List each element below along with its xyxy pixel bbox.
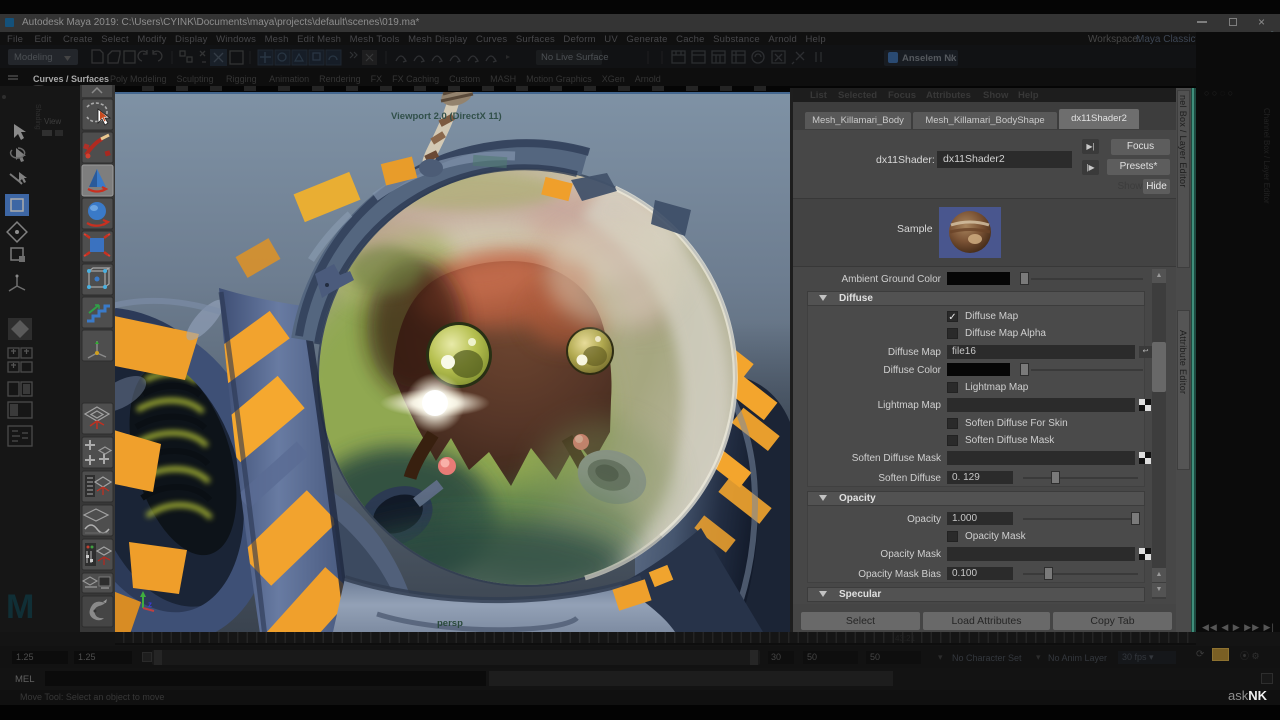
svg-text:Viewport 2.0 (DirectX 11): Viewport 2.0 (DirectX 11) [391,111,502,122]
svg-text:View: View [44,117,61,126]
svg-text:Shading: Shading [34,104,41,130]
svg-text:persp: persp [437,618,463,629]
svg-text:z: z [148,600,152,609]
